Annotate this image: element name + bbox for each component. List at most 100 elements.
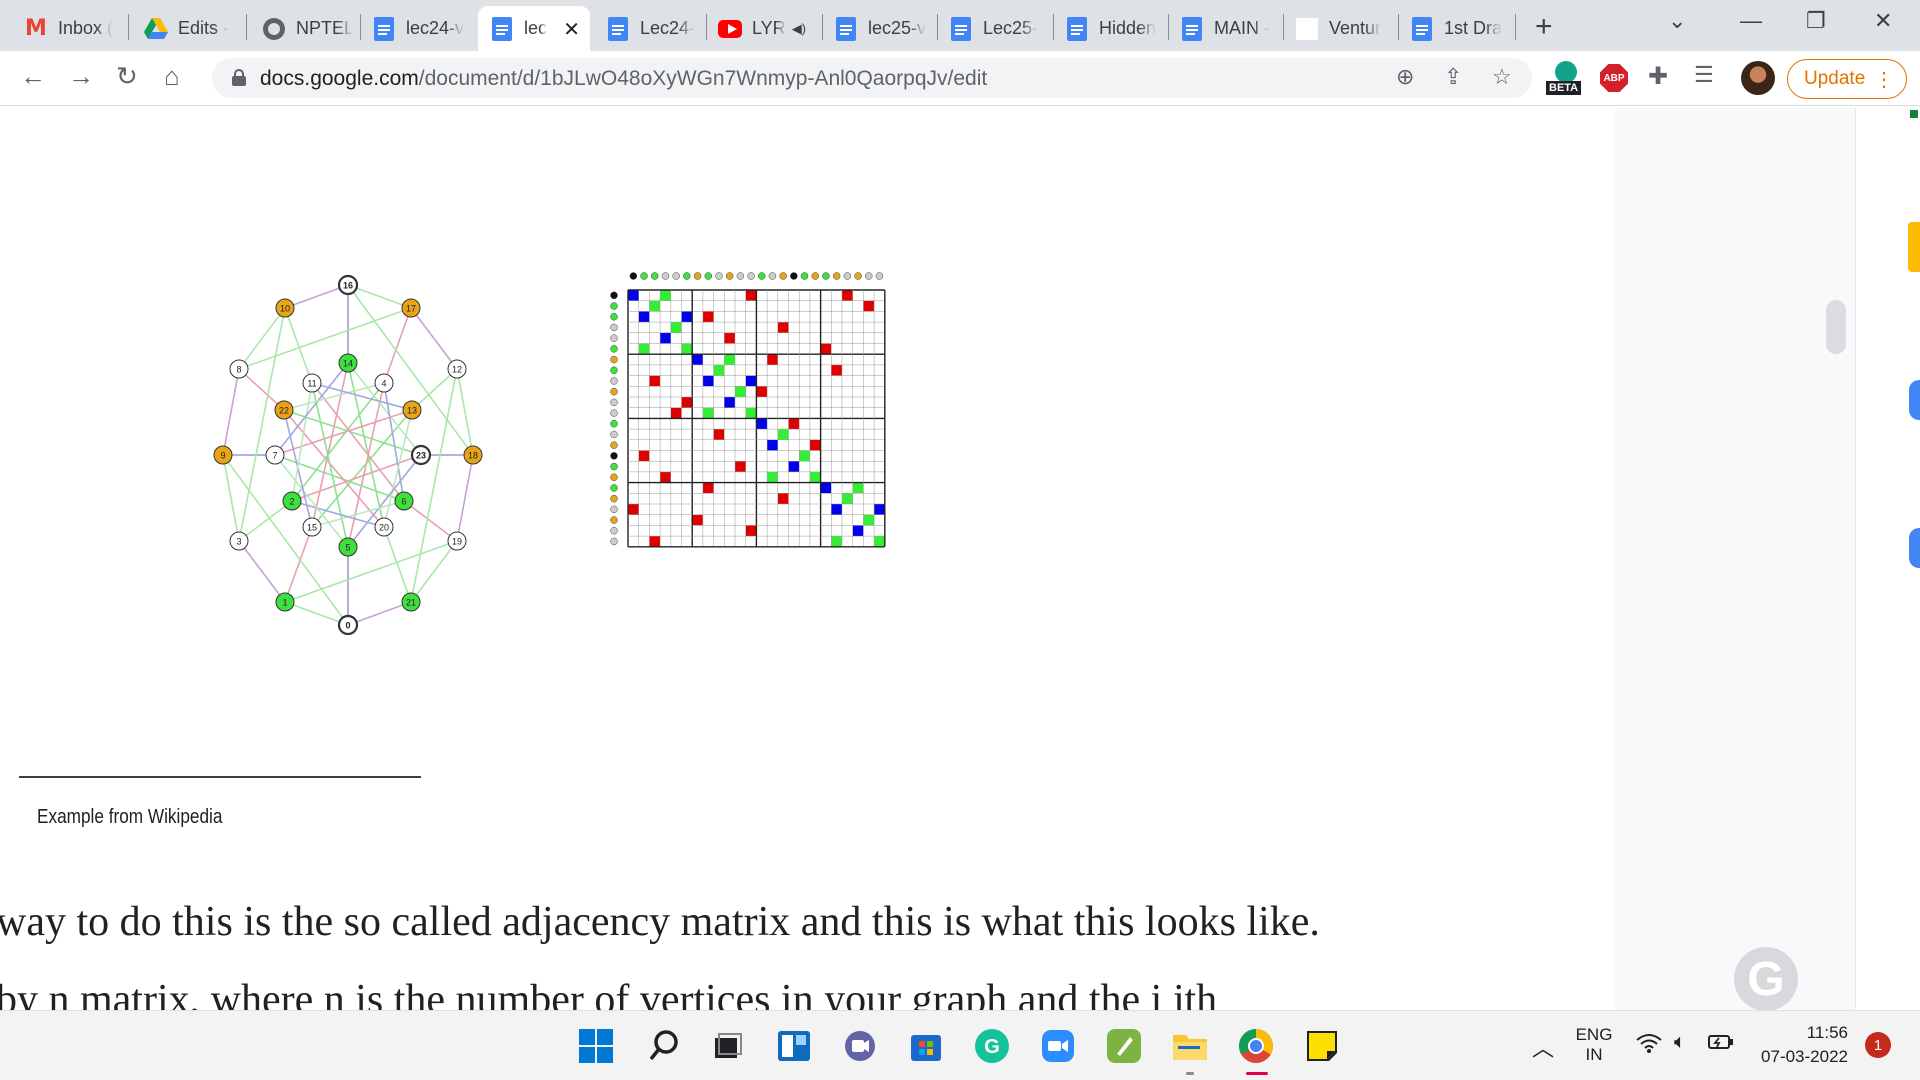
scrollbar-thumb[interactable] [1826, 300, 1846, 354]
bookmark-star-icon[interactable]: ☆ [1492, 64, 1512, 90]
graph-vertex-label: 22 [279, 406, 289, 416]
tab-hidden[interactable]: Hidden [1053, 6, 1167, 51]
new-tab-button[interactable]: + [1535, 10, 1553, 44]
body-text-line[interactable]: way to do this is the so called adjacenc… [0, 898, 1320, 946]
kebab-menu-icon[interactable]: ⋮ [1874, 67, 1894, 92]
matrix-cell [831, 504, 842, 515]
tab-ventur[interactable]: Ventur [1283, 6, 1397, 51]
tab-label: lec [524, 18, 548, 38]
close-window-icon[interactable]: ✕ [1874, 8, 1892, 34]
tab-lec24-alt[interactable]: Lec24- [594, 6, 704, 51]
url-text[interactable]: docs.google.com/document/d/1bJLwO48oXyWG… [260, 67, 987, 91]
graph-edge [291, 382, 385, 502]
forward-arrow-icon[interactable]: → [68, 61, 94, 92]
graph-vertex-label: 1 [282, 598, 287, 608]
matrix-column-marker [854, 272, 862, 280]
address-bar[interactable]: docs.google.com/document/d/1bJLwO48oXyWG… [212, 58, 1532, 98]
tab-nptel[interactable]: NPTEL [250, 6, 360, 51]
tab-main[interactable]: MAIN - [1168, 6, 1282, 51]
notes-app-icon[interactable] [1106, 1028, 1142, 1064]
tab-drive-edits[interactable]: Edits - [132, 6, 250, 51]
graph-edge [456, 454, 474, 542]
matrix-row-marker [610, 291, 618, 300]
widgets-icon[interactable] [776, 1028, 812, 1064]
windows-start-icon[interactable] [578, 1028, 614, 1064]
close-tab-icon[interactable]: ✕ [563, 17, 580, 42]
matrix-row-marker [610, 505, 618, 514]
restore-window-icon[interactable]: ❐ [1806, 8, 1826, 34]
minimize-icon[interactable]: — [1740, 8, 1762, 34]
matrix-cell [670, 322, 682, 333]
adblock-plus-icon[interactable]: ABP [1600, 64, 1628, 92]
tab-youtube-lyr[interactable]: LYR ◀) [706, 6, 820, 51]
show-hidden-icons-chevron[interactable]: ︿ [1532, 1031, 1554, 1063]
language-indicator[interactable]: ENG IN [1572, 1025, 1616, 1065]
matrix-row-marker [610, 334, 618, 342]
speaker-icon[interactable]: ◀) [792, 21, 806, 37]
microsoft-store-icon[interactable] [908, 1028, 944, 1064]
tab-label: LYR [752, 18, 786, 38]
beta-extension-icon[interactable]: BETA [1545, 61, 1585, 97]
matrix-row-marker [610, 366, 618, 374]
notification-badge[interactable]: 1 [1865, 1032, 1891, 1058]
task-view-icon[interactable] [710, 1028, 746, 1064]
wifi-icon[interactable] [1636, 1033, 1662, 1058]
calendar-side-icon[interactable] [1909, 380, 1920, 420]
footnote-text[interactable]: Example from Wikipedia [37, 806, 222, 829]
graph-edge [311, 382, 405, 502]
tab-lec25-alt[interactable]: Lec25- [937, 6, 1051, 51]
matrix-cell [809, 439, 821, 451]
tab-lec24[interactable]: lec24-v [360, 6, 472, 51]
home-icon[interactable]: ⌂ [164, 61, 180, 92]
tab-lec-active[interactable]: lec ✕ [478, 6, 590, 51]
file-explorer-icon[interactable] [1172, 1028, 1208, 1064]
graph-vertex: 20 [374, 517, 394, 537]
tasks-side-icon[interactable] [1909, 528, 1920, 568]
graph-vertex: 15 [302, 517, 322, 537]
chrome-icon[interactable] [1238, 1028, 1274, 1064]
footnote-separator [19, 776, 421, 778]
share-icon[interactable]: ⇪ [1444, 64, 1462, 90]
reading-list-icon[interactable]: ☰ [1694, 62, 1714, 88]
matrix-column-marker [832, 272, 841, 280]
battery-icon[interactable] [1708, 1033, 1734, 1056]
keep-notes-tab[interactable] [1908, 222, 1920, 272]
graph-vertex-label: 18 [468, 451, 478, 461]
graph-vertex: 11 [302, 373, 322, 393]
clock[interactable]: 11:56 07-03-2022 [1752, 1023, 1848, 1067]
matrix-column-marker [715, 272, 723, 280]
graph-vertex-label: 13 [407, 406, 417, 416]
teams-chat-icon[interactable] [842, 1028, 878, 1064]
grammarly-icon[interactable]: G [1734, 947, 1798, 1011]
profile-avatar[interactable] [1741, 61, 1775, 95]
reload-icon[interactable]: ↻ [116, 61, 138, 92]
lock-icon[interactable] [232, 69, 246, 86]
graph-edge [284, 307, 313, 384]
graph-vertex-label: 19 [452, 537, 462, 547]
matrix-column-marker [811, 272, 819, 280]
zoom-icon[interactable]: ⊕ [1396, 64, 1414, 90]
tab-gmail-inbox[interactable]: M Inbox ( [12, 6, 144, 51]
sticky-notes-icon[interactable] [1304, 1028, 1340, 1064]
abp-label: ABP [1603, 72, 1625, 84]
google-docs-icon [1065, 16, 1089, 41]
volume-icon[interactable]: 🔈︎ [1674, 1031, 1686, 1054]
zoom-app-icon[interactable] [1040, 1028, 1076, 1064]
google-docs-icon [834, 16, 858, 41]
update-button[interactable]: Update ⋮ [1787, 59, 1907, 99]
matrix-cell [660, 332, 671, 344]
search-icon[interactable] [646, 1028, 682, 1064]
update-label: Update [1804, 68, 1866, 89]
url-path: /document/d/1bJLwO48oXyWGn7Wnmyp-Anl0Qao… [418, 67, 988, 90]
grammarly-taskbar-icon[interactable]: G [974, 1028, 1010, 1064]
tab-lec25[interactable]: lec25-v [822, 6, 936, 51]
matrix-cell [788, 461, 800, 472]
extensions-puzzle-icon[interactable]: ✚ [1648, 62, 1668, 91]
back-arrow-icon[interactable]: ← [20, 61, 46, 92]
matrix-column-marker [768, 272, 777, 280]
tab-first-draft[interactable]: 1st Dra [1398, 6, 1514, 51]
graph-vertex: 18 [463, 445, 483, 465]
tab-search-chevron-icon[interactable]: ⌄ [1668, 8, 1686, 34]
matrix-row-marker [610, 494, 618, 503]
matrix-cell [638, 450, 650, 462]
